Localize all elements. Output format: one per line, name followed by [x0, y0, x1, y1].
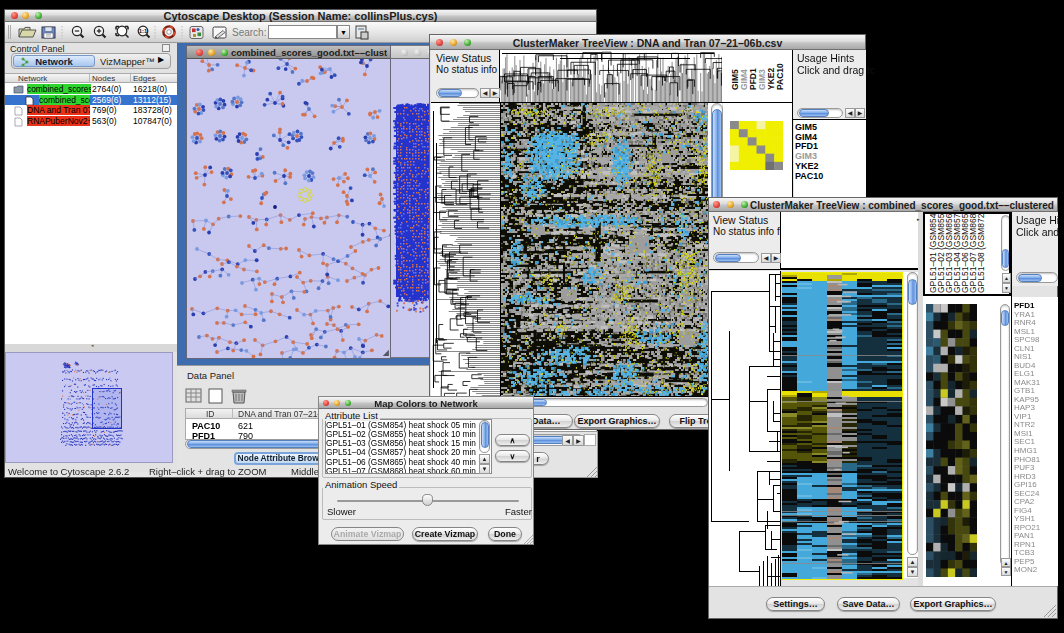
svg-text:1:1: 1:1	[139, 28, 148, 34]
